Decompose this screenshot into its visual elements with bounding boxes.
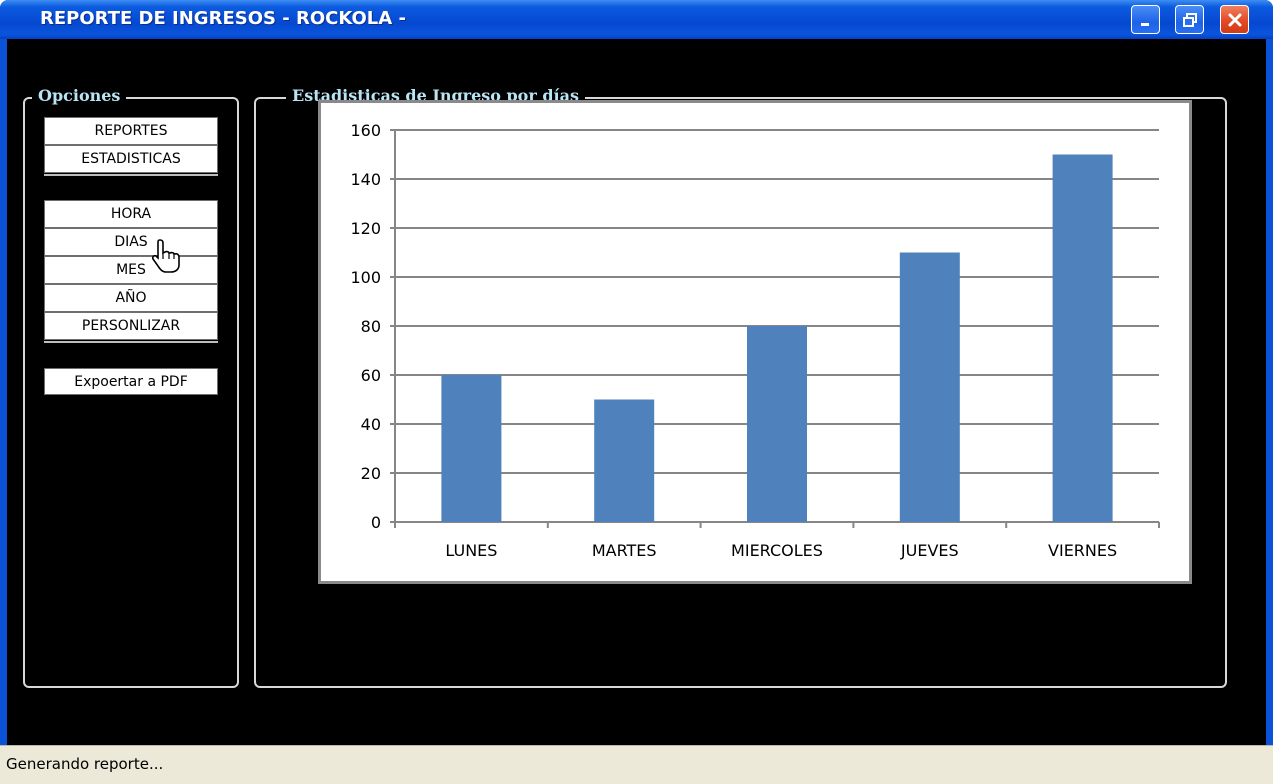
y-tick-label: 160 [350, 121, 381, 140]
y-tick-label: 100 [350, 268, 381, 287]
x-tick-label: LUNES [445, 541, 497, 560]
minimize-button[interactable] [1131, 5, 1160, 34]
x-tick-label: MIERCOLES [731, 541, 823, 560]
restore-icon [1182, 12, 1197, 27]
bar-miercoles [747, 326, 807, 522]
y-tick-label: 40 [361, 415, 381, 434]
status-text: Generando reporte... [6, 755, 164, 773]
export-pdf-button[interactable]: Expoertar a PDF [44, 368, 218, 395]
y-tick-label: 80 [361, 317, 381, 336]
personalizar-button[interactable]: PERSONLIZAR [44, 312, 218, 340]
hand-cursor-icon [151, 239, 180, 273]
anio-button[interactable]: AÑO [44, 284, 218, 312]
y-tick-label: 0 [371, 513, 381, 532]
bar-martes [594, 399, 655, 522]
y-tick-label: 60 [361, 366, 381, 385]
title-bar[interactable]: REPORTE DE INGRESOS - ROCKOLA - [0, 0, 1273, 39]
x-tick-label: VIERNES [1048, 541, 1117, 560]
x-tick-label: MARTES [592, 541, 657, 560]
status-bar: Generando reporte... [0, 745, 1273, 784]
separator [44, 341, 218, 343]
mes-button[interactable]: MES [44, 256, 218, 284]
hora-button[interactable]: HORA [44, 200, 218, 228]
bar-viernes [1052, 154, 1113, 522]
separator [44, 174, 218, 176]
estadisticas-button[interactable]: ESTADISTICAS [44, 145, 218, 173]
dias-button[interactable]: DIAS [44, 228, 218, 256]
restore-button[interactable] [1175, 5, 1204, 34]
window-title: REPORTE DE INGRESOS - ROCKOLA - [40, 8, 406, 29]
bar-jueves [899, 252, 960, 522]
bar-lunes [441, 375, 502, 522]
y-tick-label: 140 [350, 170, 381, 189]
close-icon [1228, 13, 1241, 26]
options-legend: Opciones [32, 85, 127, 107]
y-tick-label: 20 [361, 464, 381, 483]
close-button[interactable] [1220, 5, 1249, 34]
reportes-button[interactable]: REPORTES [44, 117, 218, 145]
x-tick-label: JUEVES [900, 541, 959, 560]
minimize-icon [1140, 22, 1149, 26]
bar-chart: 0 20 40 60 80 100 120 140 160 LUNES MARTES MIERCOLE… [350, 121, 1160, 560]
app-window: REPORTE DE INGRESOS - ROCKOLA - Opciones… [0, 0, 1273, 784]
y-tick-label: 120 [350, 219, 381, 238]
chart-frame: 0 20 40 60 80 100 120 140 160 LUNES MARTES MIERCOLE… [318, 100, 1192, 584]
